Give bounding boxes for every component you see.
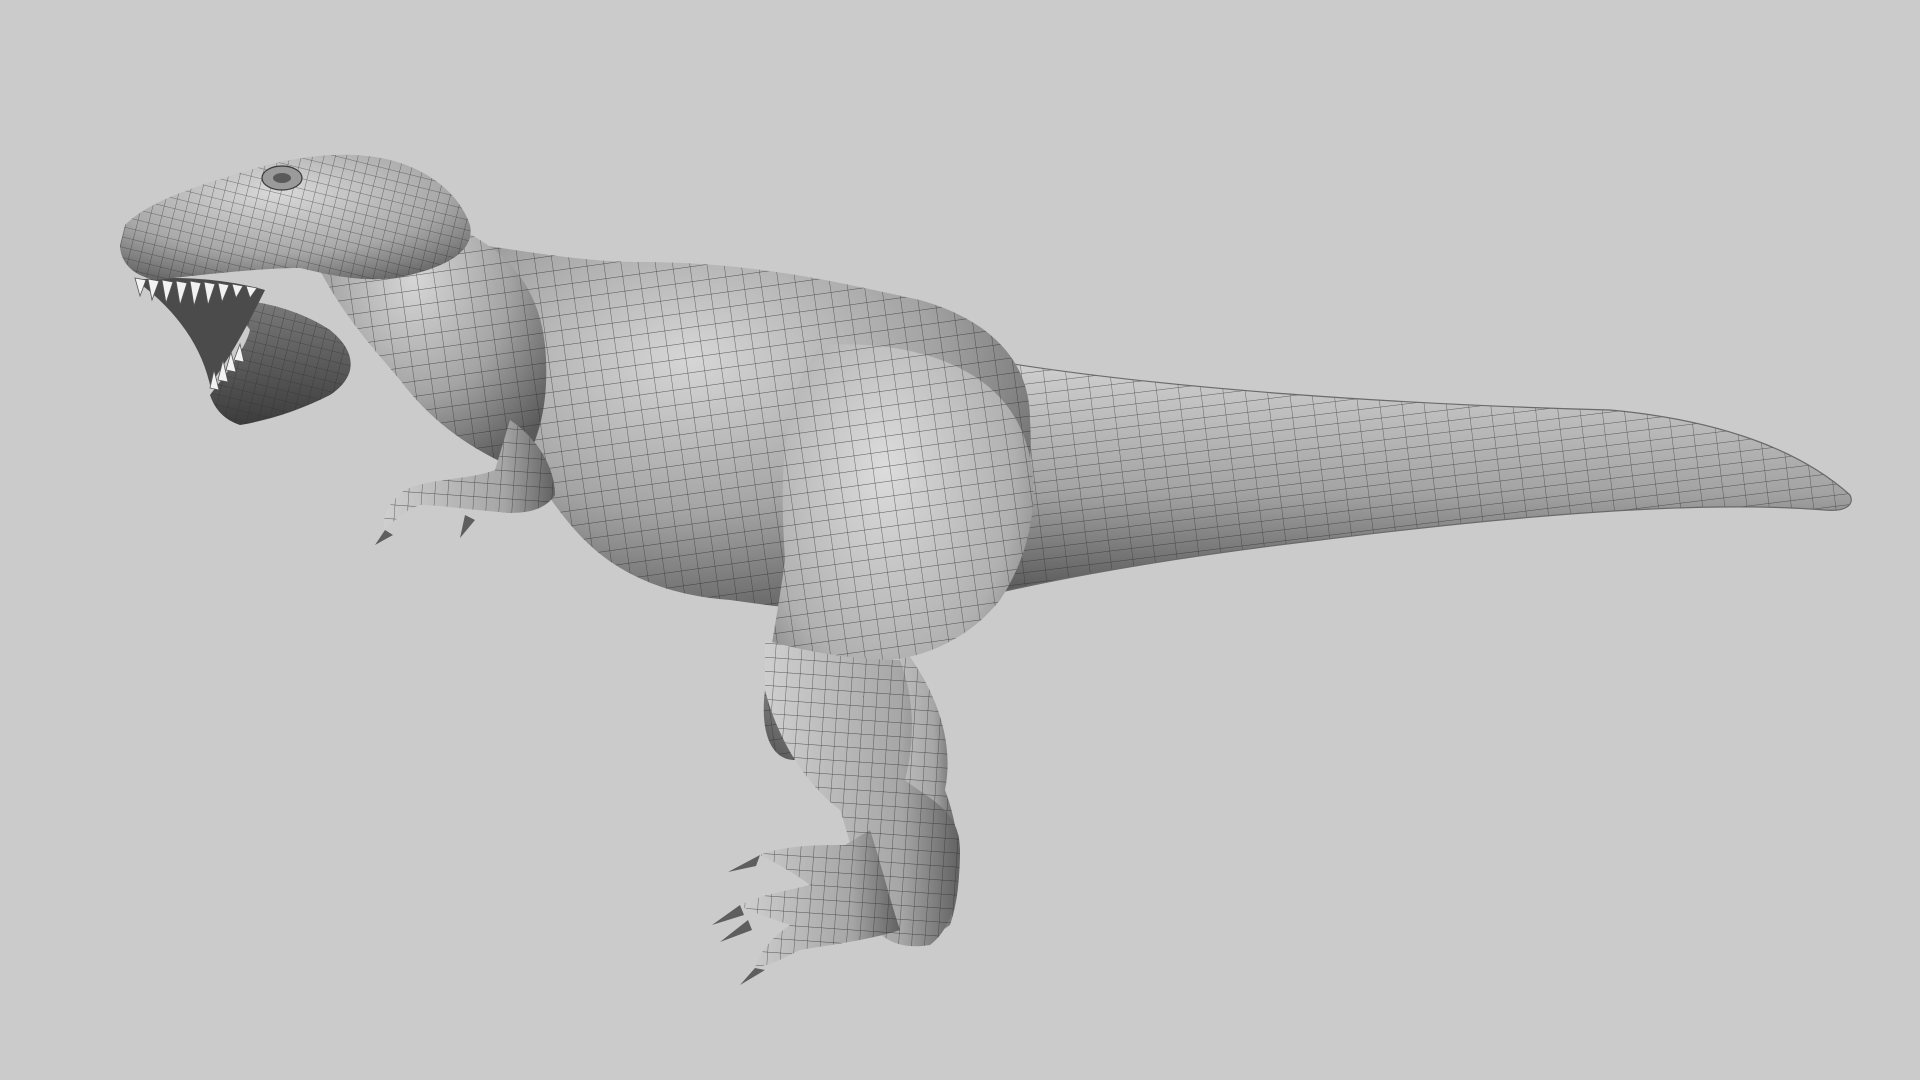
foot: [712, 830, 900, 985]
render-viewport: [0, 0, 1920, 1080]
tail: [949, 354, 1852, 606]
trex-render: [120, 154, 1852, 985]
